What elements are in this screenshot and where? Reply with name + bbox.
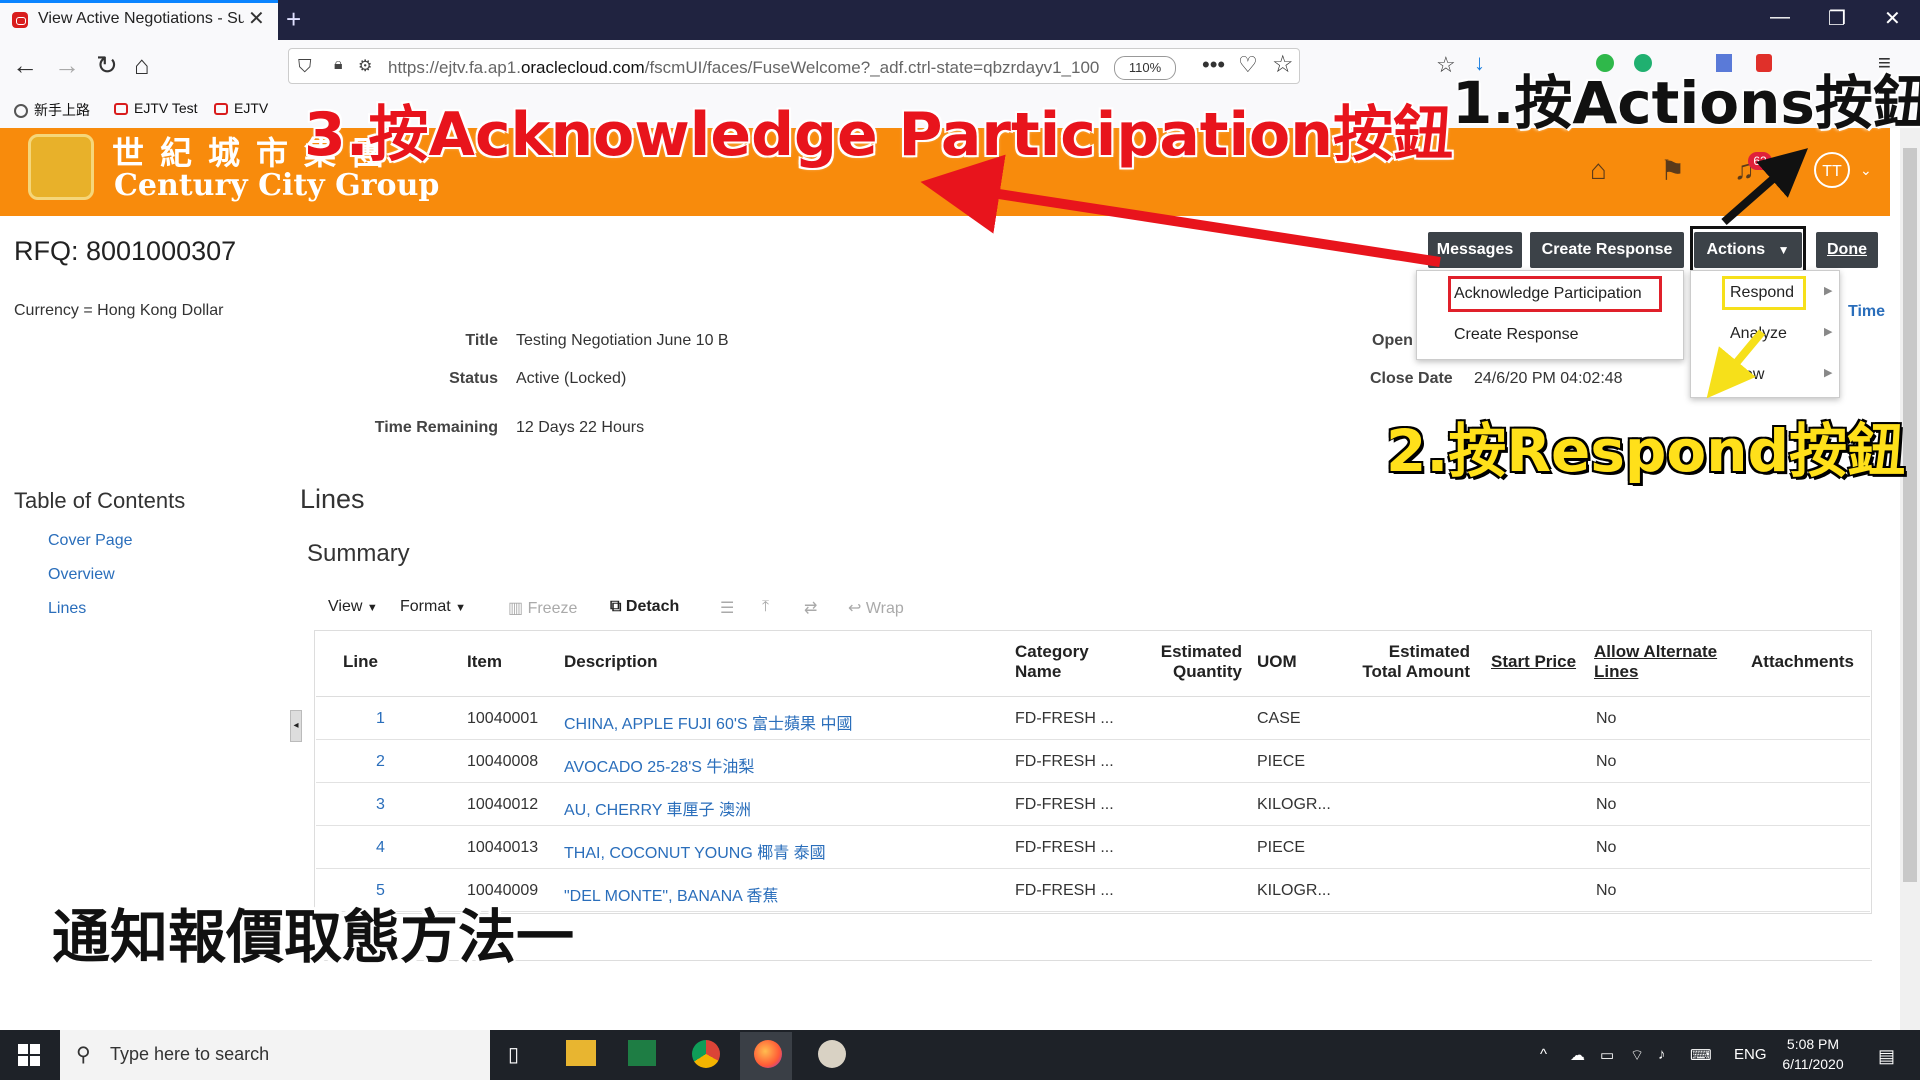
tutorial-caption: 通知報價取態方法一 [52,903,575,971]
annotation-step-1: 1.按Actions按鈕 [1452,69,1920,137]
annotation-step-3: 3.按Acknowledge Participation按鈕 [304,100,1453,170]
arrow-to-acknowledge [920,154,1441,267]
annotation-step-2: 2.按Respond按鈕 [1386,417,1906,485]
arrow-to-respond [1706,329,1766,399]
arrow-to-actions [1721,148,1809,226]
